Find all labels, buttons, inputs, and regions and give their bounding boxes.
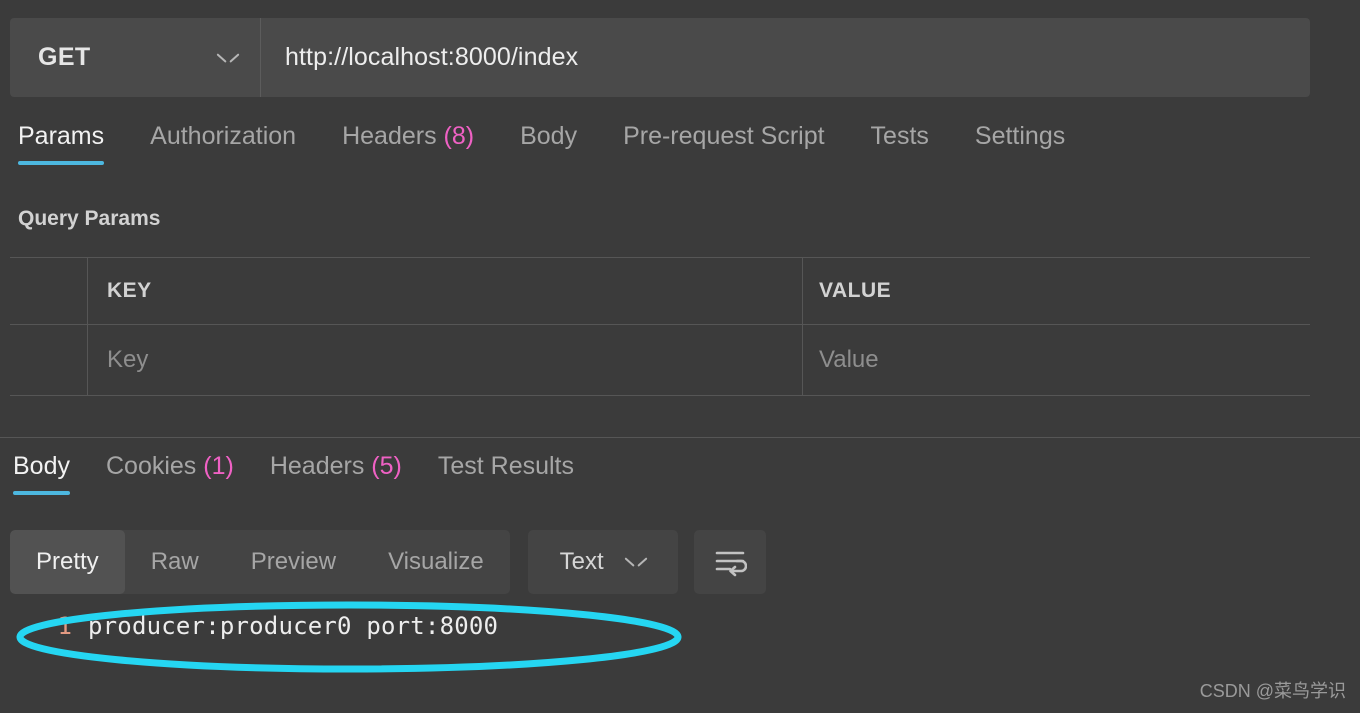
response-toolbar: Pretty Raw Preview Visualize Text: [10, 530, 766, 594]
value-placeholder: Value: [819, 346, 879, 373]
tab-headers[interactable]: Headers (8): [342, 122, 474, 165]
response-tab-headers-count: (5): [371, 452, 402, 480]
response-tab-body[interactable]: Body: [13, 452, 70, 495]
section-divider: [0, 437, 1360, 438]
table-header-row: KEY VALUE: [10, 257, 1310, 324]
highlight-ellipse-annotation: [16, 601, 682, 673]
tab-pre-request-script[interactable]: Pre-request Script: [623, 122, 824, 165]
response-tab-cookies-label: Cookies: [105, 452, 197, 480]
line-number: 1: [57, 612, 72, 640]
column-header-value: VALUE: [819, 279, 892, 302]
view-mode-pretty-label: Pretty: [36, 548, 99, 575]
view-mode-raw[interactable]: Raw: [125, 530, 225, 594]
row-checkbox-cell[interactable]: [10, 325, 88, 395]
url-input[interactable]: http://localhost:8000/index: [261, 18, 1310, 97]
tab-headers-count: (8): [443, 122, 475, 150]
tab-params-label: Params: [18, 122, 105, 150]
tab-headers-label: Headers: [342, 122, 437, 150]
format-dropdown-label: Text: [559, 548, 604, 575]
query-params-title: Query Params: [18, 207, 161, 230]
table-row[interactable]: Key Value: [10, 324, 1310, 396]
wrap-lines-icon: [715, 551, 747, 577]
key-input[interactable]: Key: [88, 325, 803, 395]
response-tab-test-results[interactable]: Test Results: [438, 452, 574, 495]
response-tab-body-label: Body: [13, 452, 70, 480]
http-method-label: GET: [38, 43, 91, 71]
view-mode-visualize[interactable]: Visualize: [362, 530, 510, 594]
view-mode-pretty[interactable]: Pretty: [10, 530, 125, 594]
wrap-lines-button[interactable]: [693, 530, 766, 594]
header-value-cell: VALUE: [803, 258, 1310, 324]
tab-settings-label: Settings: [974, 122, 1066, 150]
chevron-down-icon: [626, 556, 646, 568]
tab-body[interactable]: Body: [520, 122, 577, 165]
chevron-down-icon: [218, 52, 238, 64]
http-method-select[interactable]: GET: [10, 18, 261, 97]
format-dropdown[interactable]: Text: [527, 530, 678, 594]
url-text: http://localhost:8000/index: [285, 43, 579, 71]
column-header-key: KEY: [107, 279, 152, 302]
view-mode-raw-label: Raw: [150, 548, 199, 575]
tab-tests[interactable]: Tests: [871, 122, 929, 165]
response-tab-cookies[interactable]: Cookies (1): [106, 452, 234, 495]
tab-settings[interactable]: Settings: [975, 122, 1065, 165]
response-body: 1 producer:producer0 port:8000: [0, 612, 1360, 640]
tab-authorization-label: Authorization: [150, 122, 297, 150]
header-checkbox-cell: [10, 258, 88, 324]
view-mode-visualize-label: Visualize: [388, 548, 484, 575]
view-mode-preview-label: Preview: [250, 548, 337, 575]
postman-window: GET http://localhost:8000/index Params A…: [0, 0, 1360, 713]
response-tab-headers-label: Headers: [269, 452, 365, 480]
tab-body-label: Body: [520, 122, 578, 150]
response-tab-cookies-count: (1): [203, 452, 234, 480]
url-bar: GET http://localhost:8000/index: [10, 18, 1310, 97]
request-tabs: Params Authorization Headers (8) Body Pr…: [0, 122, 1360, 178]
tab-tests-label: Tests: [870, 122, 929, 150]
tab-authorization[interactable]: Authorization: [150, 122, 296, 165]
query-params-table: KEY VALUE Key Value: [10, 257, 1310, 396]
tab-pre-request-script-label: Pre-request Script: [623, 122, 825, 150]
view-mode-group: Pretty Raw Preview Visualize: [10, 530, 510, 594]
response-tab-headers[interactable]: Headers (5): [270, 452, 402, 495]
tab-params[interactable]: Params: [18, 122, 105, 165]
header-key-cell: KEY: [88, 258, 803, 324]
value-input[interactable]: Value: [803, 325, 1310, 395]
watermark: CSDN @菜鸟学识: [1199, 681, 1346, 701]
key-placeholder: Key: [107, 346, 149, 373]
response-body-line[interactable]: producer:producer0 port:8000: [88, 612, 498, 640]
response-tabs: Body Cookies (1) Headers (5) Test Result…: [0, 452, 1360, 506]
response-tab-test-results-label: Test Results: [437, 452, 575, 480]
view-mode-preview[interactable]: Preview: [225, 530, 362, 594]
